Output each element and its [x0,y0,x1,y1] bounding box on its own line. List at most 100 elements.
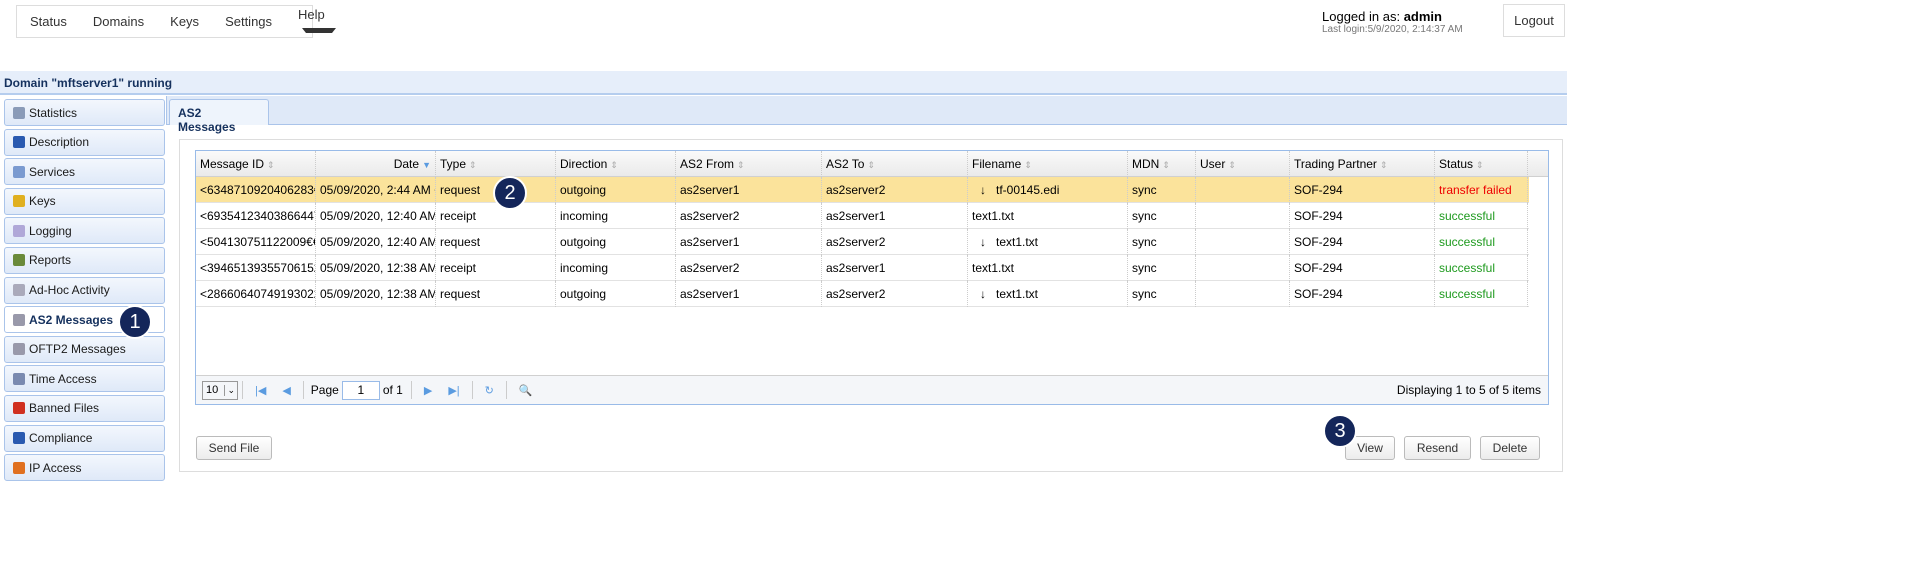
cell-mdn: sync [1128,177,1196,203]
column-header-filename[interactable]: Filename ⇕ [968,151,1128,177]
column-header-mdn[interactable]: MDN ⇕ [1128,151,1196,177]
cell-status: transfer failed [1435,177,1528,203]
cell-value: as2server2 [826,235,886,249]
cell-value: successful [1439,287,1496,301]
sidebar-item-logging[interactable]: Logging [4,217,165,245]
table-row[interactable]: <69354123403866447 05/09/2020, 12:40 AM re… [196,203,1529,229]
column-header-label: AS2 To [826,157,865,171]
sort-icon: ⇕ [737,160,745,170]
bar-chart-icon [13,254,25,267]
table-row[interactable]: <286606407491930222 05/09/2020, 12:38 AM r… [196,281,1529,307]
column-header-label: Trading Partner [1294,157,1377,171]
sidebar-item-description[interactable]: Description [4,128,165,156]
delete-button[interactable]: Delete [1480,436,1540,460]
search-icon[interactable]: 🔍 [519,384,533,397]
sidebar-item-label: IP Access [29,460,82,475]
column-header-label: Type [440,157,467,171]
logout-button[interactable]: Logout [1503,4,1565,37]
cell-date: 05/09/2020, 12:38 AM [316,255,436,281]
sidebar-item-statistics[interactable]: Statistics [4,99,165,126]
cell-value: <394651393557061522 [200,261,316,275]
cell-status: successful [1435,203,1528,229]
sort-icon: ⇕ [469,160,477,170]
column-header-direction[interactable]: Direction ⇕ [556,151,676,177]
sidebar-item-time-access[interactable]: Time Access [4,365,165,393]
sidebar-item-banned-files[interactable]: Banned Files [4,394,165,422]
cell-value: outgoing [560,235,607,249]
table-row[interactable]: <394651393557061522 05/09/2020, 12:38 AM r… [196,255,1529,281]
column-header-as2-to[interactable]: AS2 To ⇕ [822,151,968,177]
cell-filename: ↓ tf-00145.edi [968,177,1128,203]
cell-type: receipt [436,203,556,229]
column-header-trading-partner[interactable]: Trading Partner ⇕ [1290,151,1435,177]
person-icon [13,432,25,445]
messages-grid: 10 ⌄ |◀ ◀ Page 1 of 1 ▶ ▶| ↻ 🔍 Displaying… [195,150,1549,405]
sidebar-item-oftp2-messages[interactable]: OFTP2 Messages [4,335,165,363]
next-page-icon[interactable]: ▶ [424,384,432,397]
cell-as2-from: as2server1 [676,177,822,203]
cell-message-id: <394651393557061522 [196,255,316,281]
nav-domains[interactable]: Domains [80,14,157,29]
callout-2: 2 [493,176,527,210]
cell-value: as2server1 [826,261,886,275]
column-header-type[interactable]: Type ⇕ [436,151,556,177]
cell-value: 05/09/2020, 12:38 AM [320,287,436,301]
logged-in-label: Logged in as: [1322,9,1404,24]
cell-value: as2server2 [680,261,740,275]
cell-message-id: <504130751122009€€ [196,229,316,255]
sidebar-item-ip-access[interactable]: IP Access [4,454,165,482]
nav-status[interactable]: Status [17,14,80,29]
column-header-message-id[interactable]: Message ID ⇕ [196,151,316,177]
send-file-button[interactable]: Send File [196,436,272,460]
table-row[interactable]: <504130751122009€€ 05/09/2020, 12:40 AM re… [196,229,1529,255]
cell-date: 05/09/2020, 12:38 AM [316,281,436,307]
cell-mdn: sync [1128,281,1196,307]
column-header-status[interactable]: Status ⇕ [1435,151,1528,177]
table-row[interactable]: <6348710920406283€ 05/09/2020, 2:44 AM + r… [196,177,1529,203]
refresh-icon[interactable]: ↻ [485,384,494,397]
tab-as2-messages[interactable]: AS2 Messages [169,99,269,134]
cell-value: incoming [560,209,609,223]
cell-as2-from: as2server2 [676,255,822,281]
domain-title: Domain "mftserver1" running [0,71,1567,95]
cell-as2-to: as2server2 [822,177,968,203]
resend-button[interactable]: Resend [1404,436,1471,460]
sidebar-item-services[interactable]: Services [4,158,165,186]
page-size-select[interactable]: 10 ⌄ [202,380,238,400]
caret-down-icon [302,27,337,33]
sort-icon: ⇕ [1476,160,1484,170]
cell-as2-to: as2server1 [822,203,968,229]
sidebar-item-keys[interactable]: Keys [4,187,165,215]
cell-trading-partner: SOF-294 [1290,255,1435,281]
column-header-as2-from[interactable]: AS2 From ⇕ [676,151,822,177]
cell-trading-partner: SOF-294 [1290,177,1435,203]
cell-value: as2server2 [826,183,886,197]
sidebar-item-ad-hoc-activity[interactable]: Ad-Hoc Activity [4,276,165,304]
cell-value: SOF-294 [1294,235,1343,249]
column-header-date[interactable]: Date ▼ [316,151,436,177]
page-input[interactable]: 1 [341,380,380,400]
last-page-icon[interactable]: ▶| [448,384,459,397]
nav-settings[interactable]: Settings [212,14,285,29]
cell-value: <504130751122009€€ [200,235,316,249]
first-page-icon[interactable]: |◀ [255,384,266,397]
username: admin [1403,9,1442,24]
download-arrow-icon: ↓ [980,183,986,197]
download-arrow-icon: ↓ [980,235,986,249]
cell-type: request [436,281,556,307]
firewall-icon [13,461,25,474]
column-header-label: Status [1439,157,1474,171]
cell-type: request [436,229,556,255]
chevron-down-icon: ⌄ [224,384,237,396]
cell-value: 05/09/2020, 2:44 AM + [320,183,436,197]
cell-value: request [440,183,481,197]
column-header-user[interactable]: User ⇕ [1196,151,1290,177]
sidebar-item-reports[interactable]: Reports [4,246,165,274]
cell-date: 05/09/2020, 2:44 AM + [316,177,436,203]
sidebar-item-label: Keys [29,194,56,209]
nav-help[interactable]: Help [285,7,349,37]
prev-page-icon[interactable]: ◀ [282,384,290,397]
nav-keys[interactable]: Keys [157,14,212,29]
sidebar-item-compliance[interactable]: Compliance [4,424,165,452]
column-header-label: Filename [972,157,1022,171]
